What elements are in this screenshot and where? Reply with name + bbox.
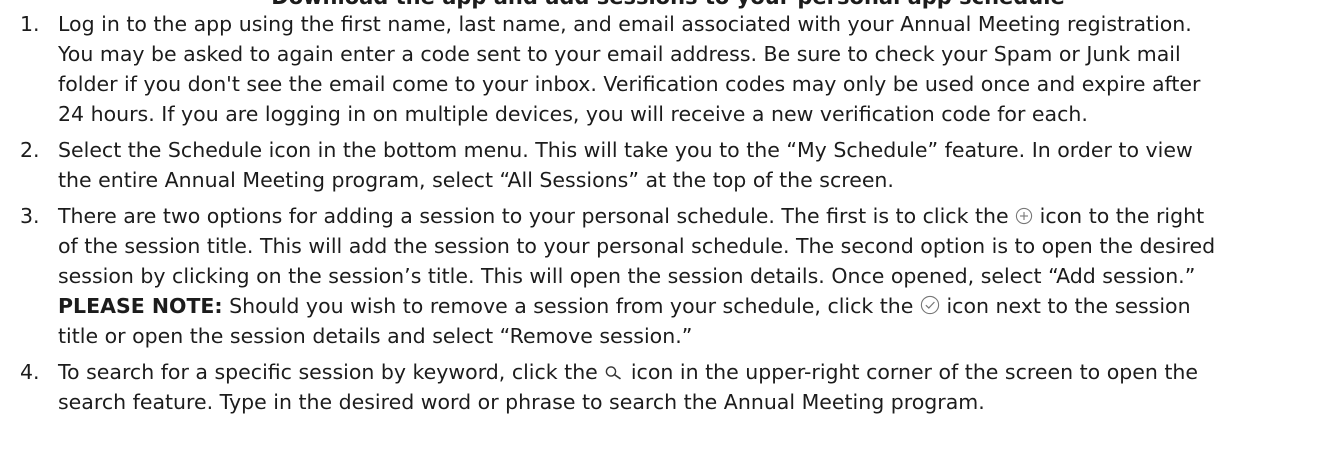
step-4-text-b: icon in the upper-right corner of the sc…	[630, 360, 1199, 384]
step-3-text-c: Should you wish to remove a session from…	[229, 294, 914, 318]
step-3-line-2: of the session title. This will add the …	[58, 234, 1216, 258]
step-3-line-4: PLEASE NOTE: Should you wish to remove a…	[58, 291, 1336, 321]
step-number: 4.	[20, 360, 40, 384]
step-3-text-a: There are two options for adding a sessi…	[58, 204, 1009, 228]
plus-circle-icon	[1015, 207, 1033, 225]
list-item-step-2: 2. Select the Schedule icon in the botto…	[0, 135, 1336, 195]
list-item-step-4: 4. To search for a specific session by k…	[0, 357, 1336, 417]
step-number: 3.	[20, 204, 40, 228]
please-note-label: PLEASE NOTE:	[58, 294, 223, 318]
step-3-text-d: icon next to the session	[946, 294, 1191, 318]
step-number: 2.	[20, 138, 40, 162]
step-2-line-2: the entire Annual Meeting program, selec…	[58, 168, 894, 192]
step-3-line-1: There are two options for adding a sessi…	[58, 201, 1336, 231]
instructions-document: Download the app and add sessions to you…	[0, 0, 1336, 453]
search-icon	[604, 365, 624, 381]
step-1-line-2: You may be asked to again enter a code s…	[58, 42, 1181, 66]
step-4-line-1: To search for a specific session by keyw…	[58, 357, 1336, 387]
step-1-line-3: folder if you don't see the email come t…	[58, 72, 1201, 96]
step-4-line-2: search feature. Type in the desired word…	[58, 390, 985, 414]
step-3-line-5: title or open the session details and se…	[58, 324, 693, 348]
check-circle-icon	[920, 295, 940, 315]
list-item-step-1: 1. Log in to the app using the first nam…	[0, 9, 1336, 129]
step-1-line-4: 24 hours. If you are logging in on multi…	[58, 102, 1088, 126]
step-2-line-1: Select the Schedule icon in the bottom m…	[58, 138, 1193, 162]
step-1-line-1: Log in to the app using the first name, …	[58, 12, 1192, 36]
step-number: 1.	[20, 12, 40, 36]
steps-list: 1. Log in to the app using the first nam…	[0, 9, 1336, 423]
list-item-step-3: 3. There are two options for adding a se…	[0, 201, 1336, 351]
step-3-text-b: icon to the right	[1039, 204, 1205, 228]
step-4-text-a: To search for a specific session by keyw…	[58, 360, 598, 384]
step-3-line-3: session by clicking on the session’s tit…	[58, 264, 1196, 288]
